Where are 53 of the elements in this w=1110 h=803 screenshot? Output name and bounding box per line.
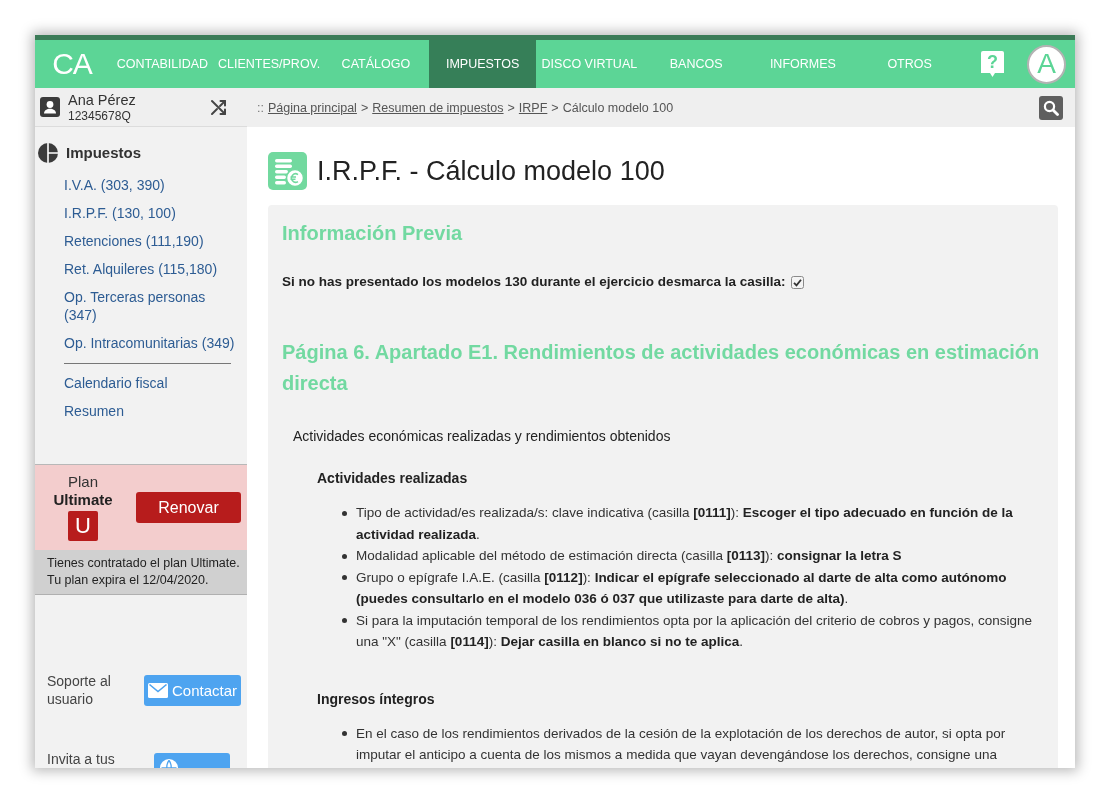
group-title: Ingresos íntegros — [316, 689, 436, 708]
bullet-icon — [342, 731, 347, 736]
sidebar-link[interactable]: Retenciones (111,190) — [64, 232, 239, 250]
sidebar-link[interactable]: Calendario fiscal — [64, 374, 239, 392]
breadcrumb-separator: > — [551, 100, 559, 115]
breadcrumb-link[interactable]: Página principal — [267, 100, 357, 115]
search-icon — [1043, 99, 1059, 116]
plan-note: Tu plan expira el 12/04/2020. — [47, 572, 210, 589]
bullet-text: En el caso de los rendimientos derivados de la cesión de la explotación de los derechos de autor, si opta por imputar el anticipo a cuenta de los mismos a medida que vayan devengándose los derechos, consigne una — [356, 724, 1007, 764]
bullet-text: Modalidad aplicable del método de estimación directa (casilla [0113]): consignar la letra S — [356, 547, 902, 565]
bullet-text: Grupo o epígrafe I.A.E. (casilla [0112]): Indicar el epígrafe seleccionado al darte de alta como autónomo (puedes consultarlo en el modelo 036 ó 037 que utilizaste para darte de alta). — [356, 568, 1008, 608]
bullet-icon — [342, 575, 347, 580]
checkbox[interactable] — [791, 275, 805, 289]
sidebar-link[interactable]: I.V.A. (303, 390) — [64, 176, 239, 194]
breadcrumb-link[interactable]: Resumen de impuestos — [372, 100, 504, 115]
breadcrumb-marker: :: — [257, 100, 264, 115]
bullet-text: Si para la imputación temporal de los rendimientos opta por la aplicación del criterio de cobros y pagos, consigne una "X" (casilla [0114]): Dejar casilla en blanco si no te aplica. — [356, 611, 1034, 651]
support-label: Soporte al usuario — [47, 672, 112, 708]
plan-badge: U — [68, 511, 98, 541]
section-title: Impuestos — [66, 143, 141, 163]
sidebar-link[interactable]: Op. Terceras personas (347) — [64, 288, 239, 324]
plan-note: Tienes contratado el plan Ultimate. — [47, 555, 241, 572]
bullet-icon — [342, 618, 347, 623]
invite-label: Invita a tus — [47, 750, 116, 768]
subsection-title: Actividades económicas realizadas y rendimientos obtenidos — [292, 427, 672, 445]
shuffle-icon — [210, 98, 228, 116]
bullet-icon — [342, 510, 347, 516]
breadcrumb-link[interactable]: IRPF — [518, 100, 548, 115]
sidebar-link[interactable]: Ret. Alquileres (115,180) — [64, 260, 239, 278]
breadcrumb-separator: > — [507, 100, 515, 115]
nav-tab[interactable]: IMPUESTOS — [429, 40, 536, 88]
user-id: 12345678Q — [68, 108, 132, 123]
question-text: Si no has presentado los modelos 130 durante el ejercicio desmarca la casilla: — [282, 273, 786, 291]
page-title: I.R.P.F. - Cálculo modelo 100 — [317, 155, 665, 188]
sidebar-link[interactable]: Op. Intracomunitarias (349) — [64, 334, 239, 352]
plan-name: Ultimate — [53, 491, 113, 509]
user-name: Ana Pérez — [68, 91, 136, 109]
section-heading: Página 6. Apartado E1. Rendimientos de actividades económicas en estimación directa — [282, 340, 1041, 396]
renew-button[interactable]: Renovar — [136, 492, 241, 523]
sidebar-link[interactable]: Resumen — [64, 402, 239, 420]
breadcrumb-separator: > — [360, 100, 369, 115]
person-icon — [40, 97, 60, 117]
pie-chart-icon — [38, 143, 58, 163]
bullet-text: Tipo de actividad/es realizada/s: clave indicativa (casilla [0111]): Escoger el tipo adecuado en función de la actividad realizada. — [356, 504, 1014, 544]
search-button[interactable] — [1039, 95, 1063, 120]
mail-icon — [147, 682, 168, 698]
coins-icon — [268, 152, 307, 190]
plan-label: Plan — [68, 473, 98, 491]
group-title: Actividades realizadas — [316, 469, 469, 487]
section-heading: Información Previa — [282, 221, 464, 246]
bullet-icon — [342, 553, 347, 559]
sidebar-link[interactable]: I.R.P.F. (130, 100) — [64, 204, 239, 222]
breadcrumb-current: Cálculo modelo 100 — [562, 100, 674, 115]
